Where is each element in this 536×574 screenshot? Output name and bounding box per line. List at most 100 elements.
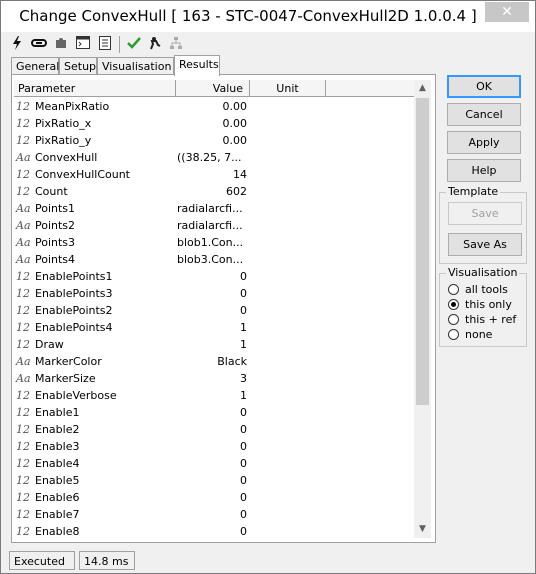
tab-visualisation[interactable]: Visualisation bbox=[97, 57, 174, 75]
table-row[interactable]: 12 Enable3 0 bbox=[14, 438, 414, 455]
tab-results[interactable]: Results bbox=[174, 55, 220, 76]
parameter-name: Points3 bbox=[35, 236, 76, 249]
parameter-value[interactable]: 0 bbox=[177, 455, 247, 472]
scroll-up-icon[interactable]: ▲ bbox=[414, 80, 431, 97]
parameter-value[interactable]: 0 bbox=[177, 438, 247, 455]
parameter-value[interactable]: 0 bbox=[177, 523, 247, 538]
header-value[interactable]: Value bbox=[176, 80, 250, 97]
radio-button[interactable] bbox=[448, 314, 459, 325]
table-row[interactable]: 12 Enable2 0 bbox=[14, 421, 414, 438]
parameter-value[interactable]: 1 bbox=[177, 387, 247, 404]
table-row[interactable]: 12 Enable6 0 bbox=[14, 489, 414, 506]
lightning-icon[interactable] bbox=[9, 36, 25, 52]
toolbar bbox=[7, 33, 207, 55]
table-row[interactable]: 12 PixRatio_y 0.00 bbox=[14, 132, 414, 149]
parameter-value[interactable]: 0 bbox=[177, 285, 247, 302]
table-row[interactable]: Aa ConvexHull ((38.25, 7... bbox=[14, 149, 414, 166]
numeric-type-icon: 12 bbox=[16, 185, 30, 198]
table-row[interactable]: Aa MarkerSize 3 bbox=[14, 370, 414, 387]
numeric-type-icon: 12 bbox=[16, 287, 30, 300]
table-row[interactable]: 12 EnablePoints2 0 bbox=[14, 302, 414, 319]
parameter-value[interactable]: 0 bbox=[177, 472, 247, 489]
table-row[interactable]: Aa Points4 blob3.Con... bbox=[14, 251, 414, 268]
parameter-value[interactable]: 3 bbox=[177, 370, 247, 387]
parameter-name: Enable8 bbox=[35, 525, 80, 538]
parameter-value[interactable]: 0.00 bbox=[177, 98, 248, 115]
help-button[interactable]: Help bbox=[447, 159, 521, 182]
table-row[interactable]: 12 ConvexHullCount 14 bbox=[14, 166, 414, 183]
parameter-value[interactable]: 1 bbox=[177, 319, 247, 336]
parameter-value[interactable]: Black bbox=[177, 353, 247, 370]
parameter-value[interactable]: 0 bbox=[177, 489, 247, 506]
numeric-type-icon: 12 bbox=[16, 474, 30, 487]
tab-setup[interactable]: Setup bbox=[59, 57, 97, 75]
header-parameter[interactable]: Parameter bbox=[14, 80, 176, 97]
checkmark-icon[interactable] bbox=[126, 36, 142, 52]
parameter-value[interactable]: ((38.25, 7... bbox=[177, 149, 247, 166]
parameter-name: MarkerColor bbox=[35, 355, 102, 368]
template-save-button[interactable]: Save bbox=[448, 202, 522, 225]
table-row[interactable]: Aa Points1 radialarcfi... bbox=[14, 200, 414, 217]
console-icon[interactable] bbox=[75, 36, 91, 52]
apply-button[interactable]: Apply bbox=[447, 131, 521, 154]
dialog-window: Change ConvexHull [ 163 - STC-0047-Conve… bbox=[0, 0, 536, 574]
table-row[interactable]: 12 Enable4 0 bbox=[14, 455, 414, 472]
parameter-value[interactable]: radialarcfi... bbox=[177, 200, 247, 217]
table-row[interactable]: 12 Enable7 0 bbox=[14, 506, 414, 523]
parameter-name: Points4 bbox=[35, 253, 76, 266]
table-row[interactable]: 12 MeanPixRatio 0.00 bbox=[14, 98, 414, 115]
puzzle-icon[interactable] bbox=[53, 36, 69, 52]
cancel-button[interactable]: Cancel bbox=[447, 103, 521, 126]
network-icon[interactable] bbox=[168, 36, 184, 52]
scroll-thumb[interactable] bbox=[416, 98, 429, 405]
table-row[interactable]: 12 EnablePoints4 1 bbox=[14, 319, 414, 336]
table-row[interactable]: Aa Points3 blob1.Con... bbox=[14, 234, 414, 251]
vertical-scrollbar[interactable]: ▲ ▼ bbox=[414, 80, 431, 538]
parameter-value[interactable]: 0 bbox=[177, 421, 247, 438]
numeric-type-icon: 12 bbox=[16, 440, 30, 453]
template-save-as-button[interactable]: Save As bbox=[448, 233, 522, 256]
table-row[interactable]: 12 Count 602 bbox=[14, 183, 414, 200]
link-icon[interactable] bbox=[31, 36, 47, 52]
radio-button[interactable] bbox=[448, 299, 459, 310]
parameter-name: Points2 bbox=[35, 219, 76, 232]
tab-general[interactable]: General bbox=[11, 57, 59, 75]
table-row[interactable]: 12 EnableVerbose 1 bbox=[14, 387, 414, 404]
parameter-value[interactable]: 14 bbox=[177, 166, 247, 183]
header-unit[interactable]: Unit bbox=[250, 80, 326, 97]
parameter-value[interactable]: 0 bbox=[177, 302, 247, 319]
parameter-name: Draw bbox=[35, 338, 64, 351]
parameter-value[interactable]: radialarcfi... bbox=[177, 217, 247, 234]
table-row[interactable]: 12 EnablePoints3 0 bbox=[14, 285, 414, 302]
table-row[interactable]: Aa Points2 radialarcfi... bbox=[14, 217, 414, 234]
parameter-value[interactable]: 0.00 bbox=[177, 132, 248, 149]
text-type-icon: Aa bbox=[16, 202, 31, 215]
table-row[interactable]: 12 Enable5 0 bbox=[14, 472, 414, 489]
table-row[interactable]: 12 PixRatio_x 0.00 bbox=[14, 115, 414, 132]
parameter-name: EnablePoints2 bbox=[35, 304, 113, 317]
numeric-type-icon: 12 bbox=[16, 508, 30, 521]
title-bar[interactable]: Change ConvexHull [ 163 - STC-0047-Conve… bbox=[1, 1, 535, 32]
table-row[interactable]: 12 Enable8 0 bbox=[14, 523, 414, 538]
parameter-value[interactable]: blob1.Con... bbox=[177, 234, 247, 251]
numeric-type-icon: 12 bbox=[16, 389, 30, 402]
parameter-value[interactable]: 0 bbox=[177, 404, 247, 421]
parameter-value[interactable]: 1 bbox=[177, 336, 247, 353]
parameter-value[interactable]: 0 bbox=[177, 268, 247, 285]
close-button[interactable]: ✕ bbox=[485, 2, 529, 22]
parameter-value[interactable]: 602 bbox=[177, 183, 247, 200]
ok-button[interactable]: OK bbox=[447, 75, 521, 98]
run-icon[interactable] bbox=[147, 36, 163, 52]
table-row[interactable]: 12 Draw 1 bbox=[14, 336, 414, 353]
table-row[interactable]: Aa MarkerColor Black bbox=[14, 353, 414, 370]
radio-button[interactable] bbox=[448, 329, 459, 340]
parameter-value[interactable]: 0.00 bbox=[177, 115, 248, 132]
radio-button[interactable] bbox=[448, 284, 459, 295]
parameter-name: MeanPixRatio bbox=[35, 100, 110, 113]
table-row[interactable]: 12 EnablePoints1 0 bbox=[14, 268, 414, 285]
table-row[interactable]: 12 Enable1 0 bbox=[14, 404, 414, 421]
document-icon[interactable] bbox=[97, 36, 113, 52]
parameter-value[interactable]: 0 bbox=[177, 506, 247, 523]
parameter-value[interactable]: blob3.Con... bbox=[177, 251, 247, 268]
scroll-down-icon[interactable]: ▼ bbox=[414, 521, 431, 538]
